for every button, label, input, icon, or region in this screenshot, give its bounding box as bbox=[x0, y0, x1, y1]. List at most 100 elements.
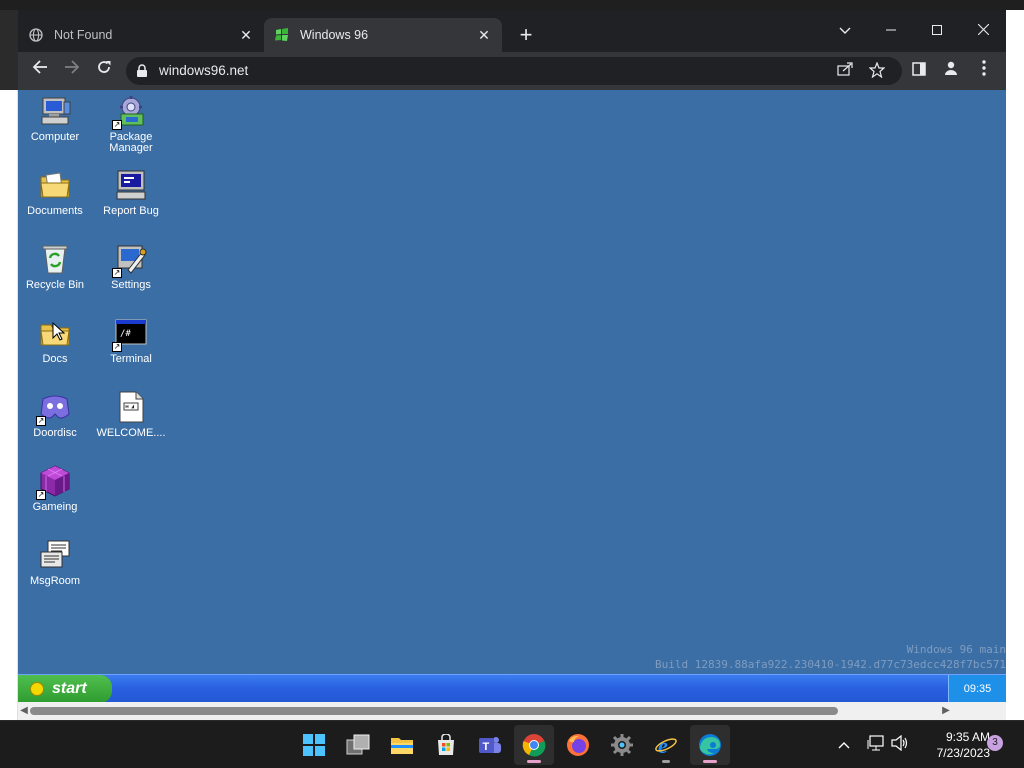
shortcut-arrow-icon: ↗ bbox=[112, 342, 122, 352]
settings-icon: ↗ bbox=[112, 242, 148, 278]
chevron-up-icon[interactable] bbox=[834, 735, 854, 755]
build-info: Windows 96 main Build 12839.88afa922.230… bbox=[655, 642, 1006, 672]
desktop-icon-package-manager[interactable]: ↗ Package Manager bbox=[94, 94, 168, 154]
desktop-icon-terminal[interactable]: /# ↗ Terminal bbox=[94, 316, 168, 365]
background-titlebar bbox=[0, 0, 1024, 10]
computer-icon bbox=[38, 94, 72, 128]
microsoft-store-icon[interactable] bbox=[426, 725, 466, 765]
start-label: start bbox=[52, 680, 87, 697]
svg-text:T: T bbox=[483, 741, 490, 753]
build-line-1: Windows 96 main bbox=[906, 643, 1006, 656]
documents-folder-icon bbox=[38, 168, 72, 202]
horizontal-scrollbar[interactable]: ◀ ▶ bbox=[18, 702, 1006, 720]
smiley-icon bbox=[30, 682, 44, 696]
profile-icon[interactable] bbox=[940, 60, 962, 82]
text-file-icon bbox=[114, 390, 148, 424]
background-left-edge bbox=[0, 90, 18, 720]
build-line-2: Build 12839.88afa922.230410-1942.d77c73e… bbox=[655, 658, 1006, 671]
lock-icon[interactable] bbox=[136, 64, 150, 78]
desktop-icon-label: Recycle Bin bbox=[25, 279, 85, 291]
tab-close-icon[interactable]: ✕ bbox=[476, 27, 492, 44]
maximize-icon[interactable] bbox=[914, 16, 960, 44]
tab-not-found[interactable]: Not Found ✕ bbox=[18, 18, 264, 52]
clock-date: 7/23/2023 bbox=[936, 746, 990, 760]
windows96-clock[interactable]: 09:35 bbox=[948, 675, 1006, 703]
package-manager-icon: ↗ bbox=[112, 94, 148, 130]
terminal-icon: /# ↗ bbox=[112, 316, 148, 352]
scrollbar-thumb[interactable] bbox=[30, 707, 838, 715]
scroll-right-icon[interactable]: ▶ bbox=[940, 704, 952, 718]
doordisc-icon: ↗ bbox=[36, 390, 72, 426]
desktop-icon-label: Package Manager bbox=[109, 131, 153, 154]
windows96-desktop[interactable]: Computer Documents Recycle Bin Docs ↗ Do… bbox=[18, 90, 1006, 720]
share-icon[interactable] bbox=[836, 62, 854, 80]
desktop-icon-recycle-bin[interactable]: Recycle Bin bbox=[18, 242, 92, 291]
gameing-icon: ↗ bbox=[36, 464, 72, 500]
firefox-icon[interactable] bbox=[558, 725, 598, 765]
edge-icon[interactable] bbox=[690, 725, 730, 765]
running-indicator bbox=[662, 760, 670, 763]
mouse-cursor-icon bbox=[52, 321, 66, 342]
tab-label: Not Found bbox=[54, 28, 113, 42]
desktop-icon-label: WELCOME.... bbox=[96, 427, 166, 439]
system-clock[interactable]: 9:35 AM 7/23/2023 bbox=[918, 729, 990, 761]
shortcut-arrow-icon: ↗ bbox=[36, 490, 46, 500]
desktop-icon-welcome[interactable]: WELCOME.... bbox=[94, 390, 168, 439]
task-view-icon[interactable] bbox=[338, 725, 378, 765]
more-menu-icon[interactable] bbox=[973, 60, 995, 82]
desktop-icon-label: Doordisc bbox=[33, 427, 77, 439]
tab-strip: Not Found ✕ Windows 96 ✕ + bbox=[18, 10, 1006, 52]
network-icon[interactable] bbox=[866, 735, 886, 755]
tab-label: Windows 96 bbox=[300, 28, 369, 42]
chrome-icon[interactable] bbox=[514, 725, 554, 765]
msgroom-icon bbox=[38, 538, 72, 572]
internet-explorer-icon[interactable]: e bbox=[646, 725, 686, 765]
clock-time: 9:35 AM bbox=[945, 730, 990, 744]
notification-badge[interactable]: 3 bbox=[987, 735, 1003, 751]
windows96-taskbar: start 09:35 bbox=[18, 674, 1006, 703]
minimize-icon[interactable] bbox=[868, 16, 914, 44]
report-bug-icon bbox=[114, 168, 148, 202]
scroll-left-icon[interactable]: ◀ bbox=[18, 704, 30, 718]
start-button[interactable]: start bbox=[18, 675, 112, 703]
recycle-bin-icon bbox=[38, 242, 72, 276]
bookmark-star-icon[interactable] bbox=[868, 61, 886, 80]
teams-icon[interactable]: T bbox=[470, 725, 510, 765]
forward-icon[interactable] bbox=[60, 59, 84, 83]
desktop-icon-label: Gameing bbox=[32, 501, 78, 513]
tab-search-icon[interactable] bbox=[822, 16, 868, 44]
shortcut-arrow-icon: ↗ bbox=[36, 416, 46, 426]
svg-text:/#: /# bbox=[120, 329, 131, 339]
desktop-icon-msgroom[interactable]: MsgRoom bbox=[18, 538, 92, 587]
windows-start-icon[interactable] bbox=[294, 725, 334, 765]
desktop-icon-computer[interactable]: Computer bbox=[18, 94, 92, 143]
active-indicator bbox=[527, 760, 541, 763]
background-panel bbox=[0, 10, 18, 90]
side-panel-icon[interactable] bbox=[908, 60, 930, 82]
url-text: windows96.net bbox=[159, 63, 249, 78]
desktop-icon-label: MsgRoom bbox=[29, 575, 81, 587]
globe-icon bbox=[28, 27, 44, 43]
desktop-icon-label: Docs bbox=[42, 353, 68, 365]
desktop-icon-gameing[interactable]: ↗ Gameing bbox=[18, 464, 92, 513]
file-explorer-icon[interactable] bbox=[382, 725, 422, 765]
desktop-icon-documents[interactable]: Documents bbox=[18, 168, 92, 217]
browser-window: Not Found ✕ Windows 96 ✕ + windows96.net… bbox=[18, 10, 1006, 720]
active-indicator bbox=[703, 760, 717, 763]
volume-icon[interactable] bbox=[890, 734, 910, 755]
desktop-icon-label: Settings bbox=[111, 279, 151, 291]
close-window-icon[interactable] bbox=[960, 16, 1006, 44]
new-tab-button[interactable]: + bbox=[514, 24, 538, 48]
desktop-icon-label: Computer bbox=[30, 131, 80, 143]
desktop-icon-settings[interactable]: ↗ Settings bbox=[94, 242, 168, 291]
tab-windows-96[interactable]: Windows 96 ✕ bbox=[264, 18, 502, 52]
reload-icon[interactable] bbox=[92, 59, 116, 83]
desktop-icon-report-bug[interactable]: Report Bug bbox=[94, 168, 168, 217]
back-icon[interactable] bbox=[28, 59, 52, 83]
desktop-icon-doordisc[interactable]: ↗ Doordisc bbox=[18, 390, 92, 439]
browser-toolbar: windows96.net bbox=[18, 52, 1006, 90]
tab-close-icon[interactable]: ✕ bbox=[238, 27, 254, 44]
address-bar[interactable]: windows96.net bbox=[126, 57, 902, 85]
desktop-icon-label: Terminal bbox=[110, 353, 152, 365]
settings-gear-icon[interactable] bbox=[602, 725, 642, 765]
